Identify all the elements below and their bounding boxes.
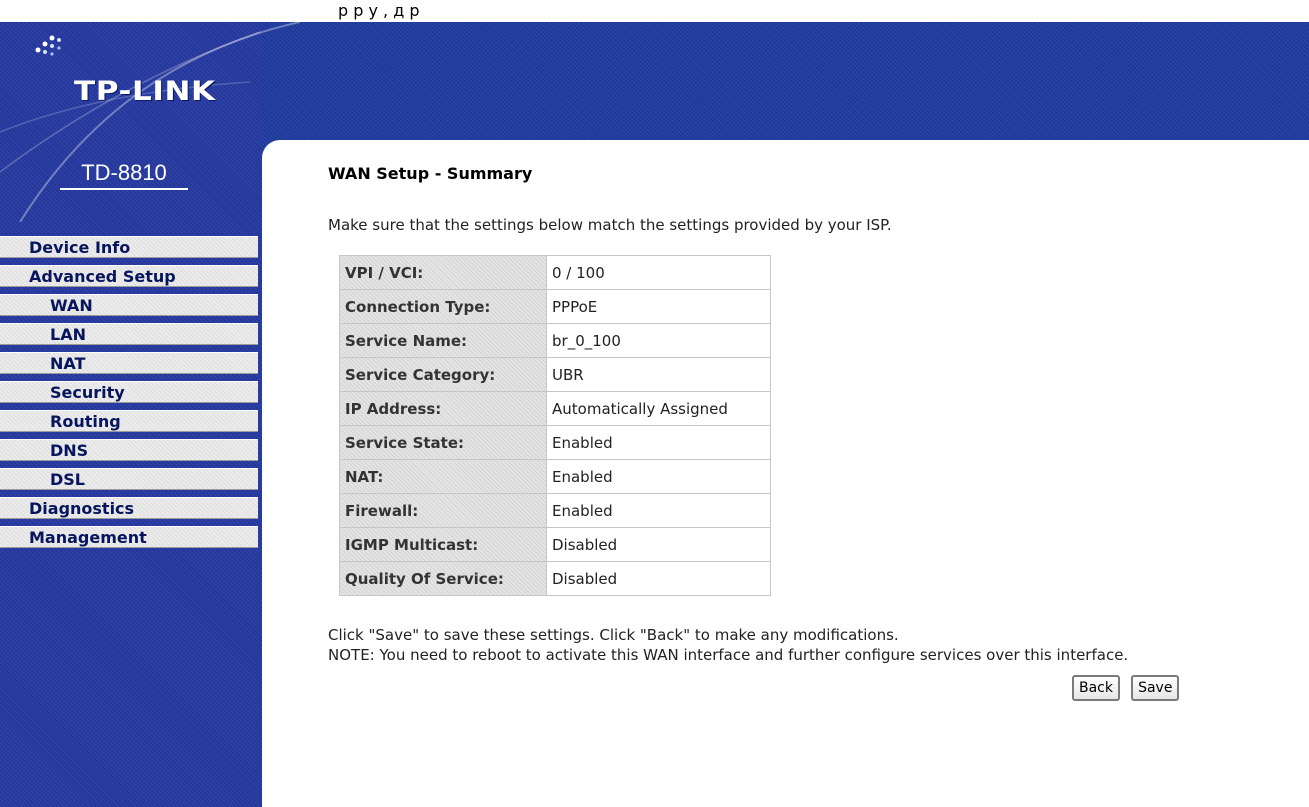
sidebar-item-wan[interactable]: WAN (0, 294, 258, 316)
row-value: Automatically Assigned (546, 391, 771, 426)
row-value: Disabled (546, 561, 771, 596)
sidebar-item-lan[interactable]: LAN (0, 323, 258, 345)
page-title: WAN Setup - Summary (328, 164, 533, 183)
sidebar-item-dsl[interactable]: DSL (0, 468, 258, 490)
sidebar-item-advanced-setup[interactable]: Advanced Setup (0, 265, 258, 287)
row-label: Quality Of Service: (339, 561, 547, 596)
sidebar-item-dns[interactable]: DNS (0, 439, 258, 461)
main-content: WAN Setup - Summary Make sure that the s… (262, 140, 1309, 807)
table-row: VPI / VCI: 0 / 100 (339, 255, 771, 290)
save-button[interactable]: Save (1131, 675, 1180, 701)
table-row: Firewall: Enabled (339, 493, 771, 528)
table-row: Service State: Enabled (339, 425, 771, 460)
row-value: PPPoE (546, 289, 771, 324)
row-label: IGMP Multicast: (339, 527, 547, 562)
back-button[interactable]: Back (1072, 675, 1120, 701)
row-label: IP Address: (339, 391, 547, 426)
row-value: br_0_100 (546, 323, 771, 358)
table-row: Service Name: br_0_100 (339, 323, 771, 358)
table-row: IP Address: Automatically Assigned (339, 391, 771, 426)
row-value: UBR (546, 357, 771, 392)
row-label: Service Name: (339, 323, 547, 358)
table-row: NAT: Enabled (339, 459, 771, 494)
row-label: Service Category: (339, 357, 547, 392)
note-text: Click "Save" to save these settings. Cli… (328, 625, 1128, 665)
button-row: Back Save (1072, 675, 1185, 701)
sidebar-item-nat[interactable]: NAT (0, 352, 258, 374)
table-row: Quality Of Service: Disabled (339, 561, 771, 596)
row-value: Enabled (546, 425, 771, 460)
intro-text: Make sure that the settings below match … (328, 216, 892, 234)
summary-table: VPI / VCI: 0 / 100 Connection Type: PPPoE Se… (339, 255, 771, 596)
top-text-strip: р р у , д р (0, 0, 1309, 22)
table-row: Service Category: UBR (339, 357, 771, 392)
sidebar-item-routing[interactable]: Routing (0, 410, 258, 432)
row-label: Service State: (339, 425, 547, 460)
row-label: VPI / VCI: (339, 255, 547, 290)
model-label: TD-8810 (60, 158, 188, 190)
row-value: 0 / 100 (546, 255, 771, 290)
sidebar-item-diagnostics[interactable]: Diagnostics (0, 497, 258, 519)
logo-text: TP-LINK (74, 76, 216, 107)
row-label: Firewall: (339, 493, 547, 528)
sidebar-menu: Device Info Advanced Setup WAN LAN NAT Securi… (0, 236, 262, 555)
row-value: Enabled (546, 493, 771, 528)
note-line-1: Click "Save" to save these settings. Cli… (328, 626, 899, 644)
row-label: NAT: (339, 459, 547, 494)
sidebar-item-security[interactable]: Security (0, 381, 258, 403)
logo: TP-LINK (30, 28, 270, 108)
row-value: Enabled (546, 459, 771, 494)
row-label: Connection Type: (339, 289, 547, 324)
table-row: Connection Type: PPPoE (339, 289, 771, 324)
logo-dots-icon (35, 35, 61, 56)
note-line-2: NOTE: You need to reboot to activate thi… (328, 646, 1129, 664)
sidebar-item-management[interactable]: Management (0, 526, 258, 548)
table-row: IGMP Multicast: Disabled (339, 527, 771, 562)
sidebar-item-device-info[interactable]: Device Info (0, 236, 258, 258)
row-value: Disabled (546, 527, 771, 562)
